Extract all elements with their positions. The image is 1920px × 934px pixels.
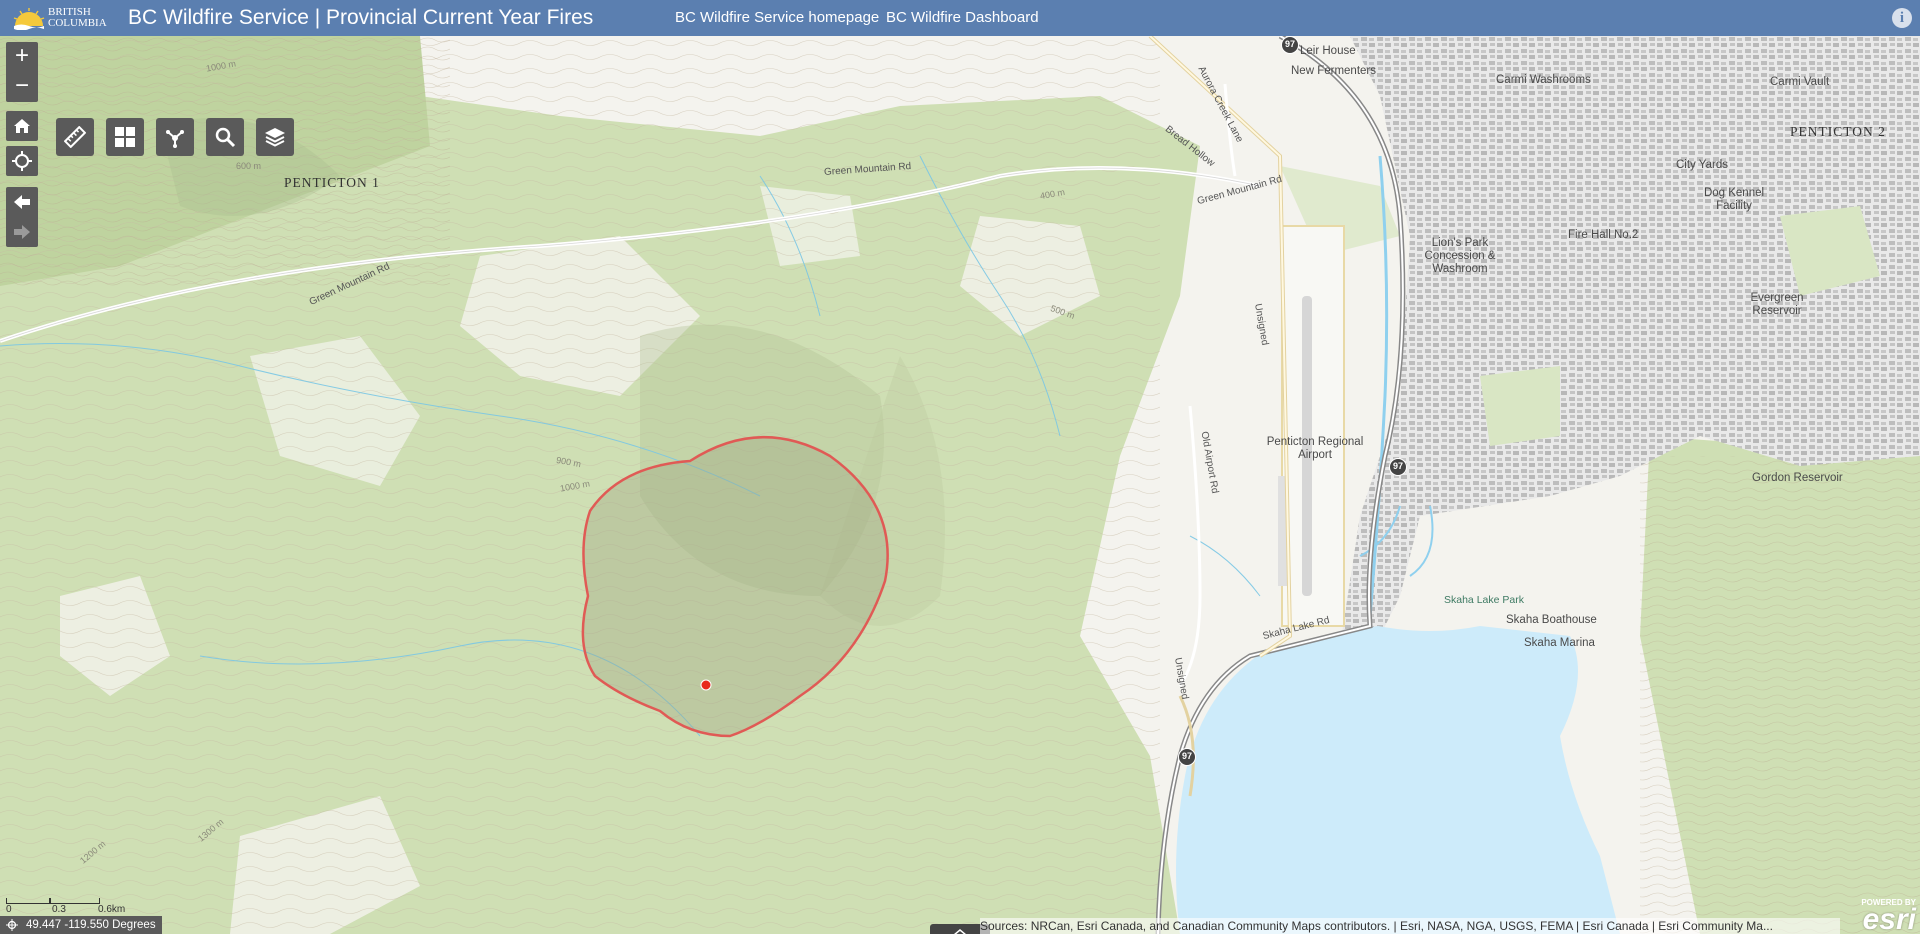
forward-arrow-icon	[14, 225, 30, 239]
map-label-poi: Fire Hall No.2	[1568, 229, 1639, 241]
app-title: BC Wildfire Service | Provincial Current…	[128, 6, 594, 29]
map-label-park: Skaha Lake Park	[1444, 594, 1524, 606]
map-label-penticton-1: PENTICTON 1	[284, 175, 380, 190]
layers-button[interactable]	[256, 118, 294, 156]
highway-97-shield: 97	[1389, 458, 1407, 476]
map-label-poi: City Yards	[1676, 159, 1728, 171]
wildfire-dashboard-link[interactable]: BC Wildfire Dashboard	[886, 9, 1039, 26]
crosshair-icon	[6, 919, 18, 931]
map-label-poi: Skaha Marina	[1524, 637, 1595, 649]
info-icon[interactable]: i	[1892, 8, 1912, 28]
zoom-in-button[interactable]: +	[6, 42, 38, 72]
coordinates-text: 49.447 -119.550 Degrees	[26, 919, 156, 931]
locate-icon	[12, 151, 32, 171]
basemap-gallery-icon	[115, 127, 135, 147]
measure-button[interactable]	[56, 118, 94, 156]
map-label-poi: Skaha Boathouse	[1506, 614, 1597, 626]
app-root: BRITISH COLUMBIA BC Wildfire Service | P…	[0, 0, 1920, 934]
map-attribution: Sources: NRCan, Esri Canada, and Canadia…	[980, 918, 1840, 934]
highway-97-shield: 97	[1281, 36, 1299, 54]
map-label-poi: Leir House	[1300, 45, 1356, 57]
back-arrow-icon	[14, 195, 30, 209]
map-view[interactable]: PENTICTON 1 PENTICTON 2 Leir House New F…	[0, 36, 1920, 934]
basemap-gallery-button[interactable]	[106, 118, 144, 156]
map-label-poi: Carmi Vault	[1770, 76, 1830, 88]
next-extent-button[interactable]	[6, 217, 38, 247]
app-header: BRITISH COLUMBIA BC Wildfire Service | P…	[0, 0, 1920, 36]
share-icon	[166, 130, 184, 148]
scale-segment	[6, 898, 50, 904]
search-icon	[215, 127, 236, 148]
map-label-poi: Dog Kennel Facility	[1703, 187, 1765, 212]
scale-label: 0.6km	[98, 904, 126, 915]
wildfire-homepage-link[interactable]: BC Wildfire Service homepage	[675, 9, 879, 26]
esri-brand-text: esri	[1862, 903, 1916, 934]
map-label-poi: Carmi Washrooms	[1496, 74, 1591, 86]
scale-label: 0.3	[52, 904, 66, 915]
locate-button[interactable]	[6, 146, 38, 176]
home-icon	[14, 119, 30, 133]
highway-97-shield: 97	[1178, 748, 1196, 766]
map-label-penticton-2: PENTICTON 2	[1790, 124, 1886, 139]
map-label-contour: 600 m	[236, 161, 262, 171]
fire-origin-point[interactable]	[700, 679, 712, 691]
zoom-out-button[interactable]: −	[6, 72, 38, 102]
map-label-poi: Evergreen Reservoir	[1750, 292, 1804, 317]
layers-icon	[265, 128, 285, 147]
zoom-control: + −	[6, 42, 38, 102]
topographic-basemap	[0, 36, 1920, 934]
map-label-poi: Lion's Park Concession & Washroom	[1424, 237, 1496, 275]
sun-logo-icon	[13, 8, 45, 30]
coordinates-readout[interactable]: 49.447 -119.550 Degrees	[0, 916, 162, 934]
previous-extent-button[interactable]	[6, 187, 38, 217]
share-button[interactable]	[156, 118, 194, 156]
esri-logo[interactable]: POWERED BY esri	[1852, 898, 1916, 934]
search-button[interactable]	[206, 118, 244, 156]
home-button[interactable]	[6, 111, 38, 141]
map-label-poi: New Fermenters	[1291, 65, 1376, 77]
bc-logo[interactable]: BRITISH COLUMBIA	[12, 3, 120, 33]
map-label-poi: Gordon Reservoir	[1752, 472, 1843, 484]
measure-icon	[64, 126, 86, 148]
map-label-poi: Penticton Regional Airport	[1266, 436, 1364, 461]
logo-line-2: COLUMBIA	[48, 17, 107, 29]
scale-bar: 0 0.3 0.6km	[6, 898, 136, 916]
scale-label: 0	[6, 904, 12, 915]
